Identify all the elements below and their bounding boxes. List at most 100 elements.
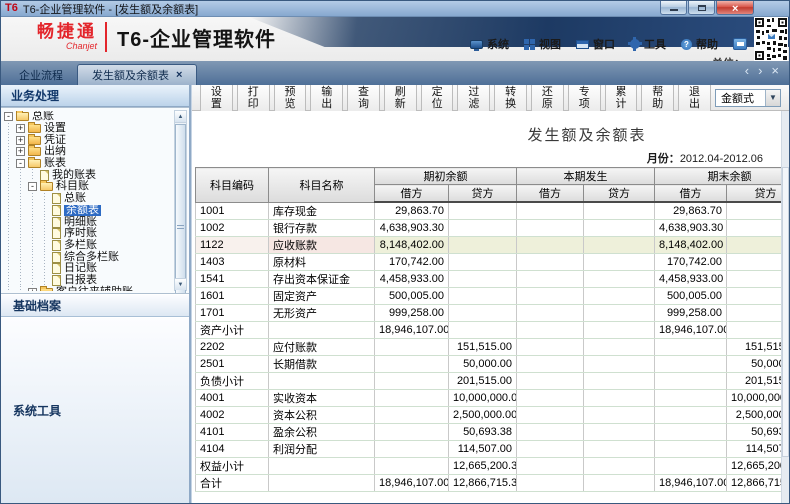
grid-cell[interactable] (268, 372, 375, 390)
grid-cell[interactable]: 10,000,000.00 (726, 389, 789, 407)
grid-cell[interactable]: 12,665,200.38 (726, 457, 789, 475)
grid-cell[interactable] (516, 304, 584, 322)
grid-cell[interactable] (516, 236, 584, 254)
tab-发生额及余额表[interactable]: 发生额及余额表 × (77, 64, 198, 85)
tab-企业流程[interactable]: 企业流程 (5, 64, 77, 85)
expand-icon[interactable]: + (28, 287, 37, 291)
grid-cell[interactable]: 170,742.00 (654, 253, 727, 271)
grid-cell[interactable] (374, 423, 449, 441)
grid-cell[interactable] (583, 338, 655, 356)
grid-cell[interactable]: 4,458,933.00 (374, 270, 449, 288)
grid-cell[interactable]: 29,863.70 (374, 202, 449, 220)
grid-cell[interactable]: 4101 (195, 423, 269, 441)
grid-cell[interactable] (583, 287, 655, 305)
minimize-button[interactable] (660, 1, 687, 15)
tree-item-出纳[interactable]: + 出纳 (4, 145, 173, 158)
grid-cell[interactable]: 151,515.00 (726, 338, 789, 356)
format-select[interactable]: 金额式 ▼ (714, 88, 781, 107)
grid-cell[interactable] (374, 440, 449, 458)
grid-cell[interactable] (448, 253, 517, 271)
grid-cell[interactable] (726, 236, 789, 254)
grid-cell[interactable]: 1122 (195, 236, 269, 254)
grid-cell[interactable] (516, 338, 584, 356)
grid-cell[interactable] (726, 287, 789, 305)
report-scrollbar-thumb[interactable] (782, 167, 789, 457)
close-window-button[interactable] (716, 1, 754, 15)
grid-cell[interactable] (583, 202, 655, 220)
grid-cell[interactable] (726, 270, 789, 288)
grid-cell[interactable]: 114,507.00 (448, 440, 517, 458)
grid-cell[interactable]: 18,946,107.00 (374, 321, 449, 339)
grid-cell[interactable]: 合计 (195, 474, 269, 492)
grid-cell[interactable] (583, 406, 655, 424)
grid-cell[interactable] (583, 355, 655, 373)
tree-scrollbar-thumb[interactable] (175, 124, 186, 293)
grid-cell[interactable] (448, 270, 517, 288)
grid-cell[interactable]: 201,515.00 (448, 372, 517, 390)
grid-cell[interactable] (516, 372, 584, 390)
grid-cell[interactable]: 资产小计 (195, 321, 269, 339)
grid-cell[interactable] (726, 202, 789, 220)
grid-cell[interactable]: 8,148,402.00 (374, 236, 449, 254)
tree-item-日报表[interactable]: 日报表 (4, 274, 173, 287)
grid-cell[interactable]: 长期借款 (268, 355, 375, 373)
grid-cell[interactable] (583, 236, 655, 254)
toolbar-button-过滤[interactable]: 过滤 (457, 82, 491, 113)
grid-cell[interactable] (268, 457, 375, 475)
grid-cell[interactable] (374, 389, 449, 407)
grid-cell[interactable] (374, 457, 449, 475)
grid-cell[interactable]: 库存现金 (268, 202, 375, 220)
grid-cell[interactable] (583, 457, 655, 475)
grid-cell[interactable] (654, 389, 727, 407)
grid-cell[interactable] (516, 287, 584, 305)
grid-cell[interactable]: 10,000,000.00 (448, 389, 517, 407)
tab-close-icon[interactable]: × (176, 69, 182, 81)
grid-cell[interactable] (374, 338, 449, 356)
grid-cell[interactable] (726, 304, 789, 322)
expand-icon[interactable]: + (16, 124, 25, 134)
grid-cell[interactable]: 12,665,200.38 (448, 457, 517, 475)
grid-cell[interactable]: 18,946,107.00 (654, 321, 727, 339)
menu-帮助[interactable]: ? 帮助 (681, 36, 718, 52)
grid-cell[interactable]: 50,693.38 (726, 423, 789, 441)
grid-cell[interactable]: 2,500,000.00 (448, 406, 517, 424)
grid-cell[interactable]: 盈余公积 (268, 423, 375, 441)
tree-item-科目账[interactable]: - 科目账 (4, 180, 173, 193)
tree-item-客户往来辅助账[interactable]: + 客户往来辅助账 (4, 285, 173, 291)
grid-cell[interactable] (583, 474, 655, 492)
tree-item-多栏账[interactable]: 多栏账 (4, 239, 173, 252)
maximize-button[interactable] (688, 1, 715, 15)
grid-cell[interactable] (516, 355, 584, 373)
grid-cell[interactable] (583, 321, 655, 339)
tab-scroll-left-button[interactable]: ‹ (745, 64, 749, 77)
grid-cell[interactable]: 实收资本 (268, 389, 375, 407)
grid-cell[interactable] (583, 304, 655, 322)
grid-cell[interactable] (516, 270, 584, 288)
grid-cell[interactable] (516, 406, 584, 424)
grid-cell[interactable]: 4,638,903.30 (374, 219, 449, 237)
grid-cell[interactable]: 1541 (195, 270, 269, 288)
sidebar-section-basic-archives[interactable]: 基础档案 (1, 294, 189, 317)
grid-cell[interactable]: 无形资产 (268, 304, 375, 322)
grid-cell[interactable] (448, 287, 517, 305)
tree-item-设置[interactable]: + 设置 (4, 122, 173, 135)
grid-cell[interactable] (654, 355, 727, 373)
chevron-down-icon[interactable]: ▼ (765, 89, 780, 106)
collapse-icon[interactable]: - (16, 159, 25, 169)
tree-item-总账[interactable]: 总账 (4, 193, 173, 205)
grid-cell[interactable]: 50,000.00 (448, 355, 517, 373)
grid-cell[interactable] (516, 440, 584, 458)
toolbar-button-定位[interactable]: 定位 (420, 82, 454, 113)
grid-cell[interactable]: 原材料 (268, 253, 375, 271)
grid-cell[interactable] (583, 423, 655, 441)
sidebar-section-system-tools[interactable]: 系统工具 (1, 317, 189, 503)
sidebar-header-business[interactable]: 业务处理 (1, 85, 189, 107)
toolbar-button-专项[interactable]: 专项 (567, 82, 601, 113)
grid-cell[interactable] (516, 219, 584, 237)
grid-cell[interactable] (654, 457, 727, 475)
grid-cell[interactable] (726, 321, 789, 339)
grid-cell[interactable]: 1701 (195, 304, 269, 322)
toolbar-button-退出[interactable]: 退出 (678, 82, 711, 113)
grid-cell[interactable] (726, 253, 789, 271)
grid-cell[interactable]: 18,946,107.00 (374, 474, 449, 492)
